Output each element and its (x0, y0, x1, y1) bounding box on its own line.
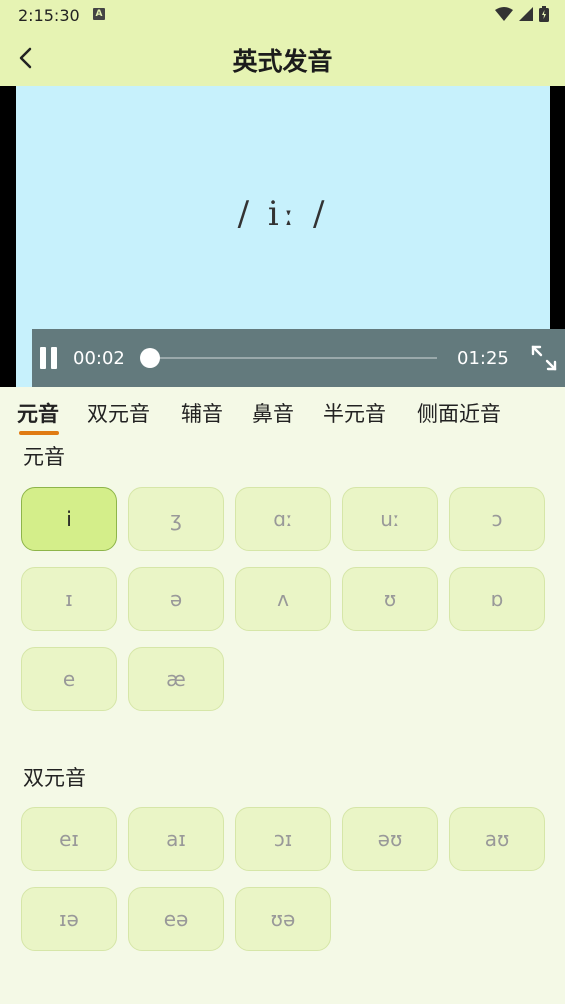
section-title-vowels: 元音 (23, 445, 65, 469)
phoneme-button[interactable]: ʊə (235, 887, 331, 951)
phoneme-button[interactable]: ɔɪ (235, 807, 331, 871)
page-title: 英式发音 (232, 47, 333, 76)
section-title-diphthongs: 双元音 (23, 766, 86, 790)
status-icons (495, 6, 549, 22)
phoneme-button[interactable]: eə (128, 887, 224, 951)
phoneme-button[interactable]: ɪə (21, 887, 117, 951)
seek-bar[interactable] (150, 357, 437, 359)
phoneme-button[interactable]: aʊ (449, 807, 545, 871)
pause-icon-bar (51, 347, 57, 369)
current-time: 00:02 (73, 348, 125, 369)
tab-semivowels[interactable]: 半元音 (323, 398, 386, 428)
notification-icon: A (93, 8, 105, 20)
pause-button[interactable] (38, 347, 60, 369)
tab-lateral-approximant[interactable]: 侧面近音 (417, 398, 501, 428)
phoneme-button[interactable]: əʊ (342, 807, 438, 871)
phoneme-button[interactable]: ə (128, 567, 224, 631)
status-time: 2:15:30 (18, 6, 80, 25)
wifi-icon (495, 7, 513, 21)
tab-consonants[interactable]: 辅音 (181, 398, 223, 428)
fullscreen-icon (531, 345, 557, 371)
video-player[interactable]: / iː / 00:02 01:25 (0, 86, 565, 387)
category-tabs: 元音 双元音 辅音 鼻音 半元音 侧面近音 (0, 390, 565, 436)
tab-indicator (19, 431, 59, 435)
phoneme-button[interactable]: ɑː (235, 487, 331, 551)
app-bar: 英式发音 (0, 30, 565, 86)
status-bar: 2:15:30 A (0, 0, 565, 30)
phoneme-button[interactable]: ʌ (235, 567, 331, 631)
phoneme-button[interactable]: æ (128, 647, 224, 711)
phoneme-button[interactable]: e (21, 647, 117, 711)
phoneme-button[interactable]: ʊ (342, 567, 438, 631)
video-phonetic-text: / iː / (237, 194, 329, 234)
phoneme-button[interactable]: i (21, 487, 117, 551)
total-time: 01:25 (457, 348, 509, 369)
phoneme-button[interactable]: ɪ (21, 567, 117, 631)
tab-diphthongs[interactable]: 双元音 (87, 398, 150, 428)
phoneme-button[interactable]: uː (342, 487, 438, 551)
tab-nasals[interactable]: 鼻音 (252, 398, 294, 428)
phoneme-button[interactable]: ɔ (449, 487, 545, 551)
video-screen[interactable]: / iː / 00:02 01:25 (16, 86, 565, 387)
phoneme-button[interactable]: aɪ (128, 807, 224, 871)
pause-icon (40, 347, 46, 369)
tab-vowels[interactable]: 元音 (17, 398, 59, 428)
seek-thumb[interactable] (140, 348, 160, 368)
phoneme-button[interactable]: ɒ (449, 567, 545, 631)
fullscreen-button[interactable] (530, 344, 558, 372)
video-controls: 00:02 01:25 (32, 329, 565, 387)
signal-icon (519, 7, 533, 21)
phoneme-button[interactable]: eɪ (21, 807, 117, 871)
phoneme-button[interactable]: ʒ (128, 487, 224, 551)
battery-icon (539, 6, 549, 22)
